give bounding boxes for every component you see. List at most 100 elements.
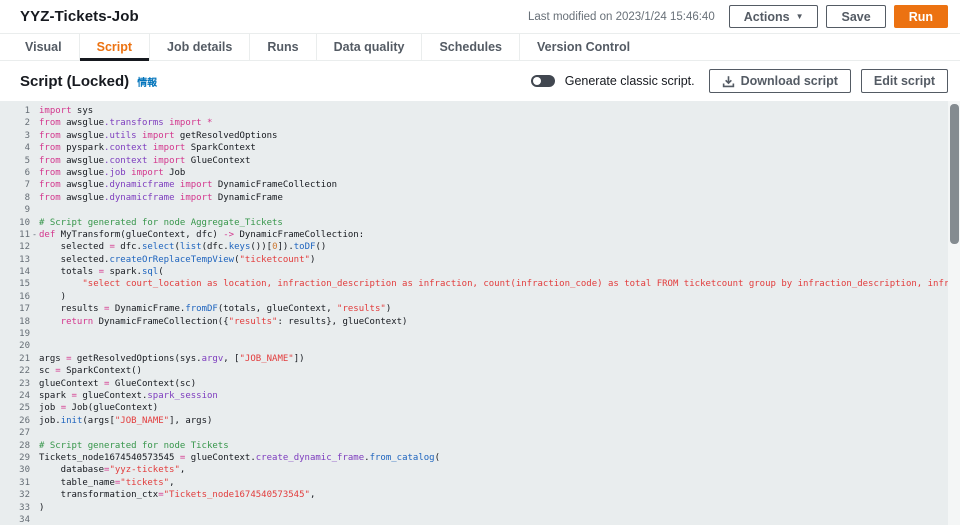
fold-spacer xyxy=(30,291,39,303)
tab-data-quality[interactable]: Data quality xyxy=(316,34,422,60)
fold-spacer xyxy=(30,489,39,501)
fold-spacer xyxy=(30,427,39,439)
code-line: 12 selected = dfc.select(list(dfc.keys()… xyxy=(0,241,960,253)
fold-spacer xyxy=(30,316,39,328)
code-text: from awsglue.utils import getResolvedOpt… xyxy=(39,130,277,142)
line-number: 26 xyxy=(0,415,30,427)
save-button-label: Save xyxy=(841,10,870,24)
line-number: 13 xyxy=(0,254,30,266)
line-number: 1 xyxy=(0,105,30,117)
code-line: 4from pyspark.context import SparkContex… xyxy=(0,142,960,154)
line-number: 11 xyxy=(0,229,30,241)
line-number: 29 xyxy=(0,452,30,464)
fold-spacer xyxy=(30,390,39,402)
fold-spacer xyxy=(30,117,39,129)
code-line: 30 database="yyz-tickets", xyxy=(0,464,960,476)
edit-script-button[interactable]: Edit script xyxy=(861,69,948,93)
line-number: 25 xyxy=(0,402,30,414)
code-line: 3from awsglue.utils import getResolvedOp… xyxy=(0,130,960,142)
fold-spacer xyxy=(30,452,39,464)
fold-spacer xyxy=(30,402,39,414)
code-text: return DynamicFrameCollection({"results"… xyxy=(39,316,407,328)
tab-version-control[interactable]: Version Control xyxy=(519,34,647,60)
fold-spacer xyxy=(30,502,39,514)
fold-spacer xyxy=(30,340,39,352)
line-number: 8 xyxy=(0,192,30,204)
line-number: 34 xyxy=(0,514,30,525)
line-number: 6 xyxy=(0,167,30,179)
code-line: 21args = getResolvedOptions(sys.argv, ["… xyxy=(0,353,960,365)
code-line: 23 glueContext = GlueContext(sc) xyxy=(0,378,960,390)
code-line: 17 results = DynamicFrame.fromDF(totals,… xyxy=(0,303,960,315)
line-number: 23 xyxy=(0,378,30,390)
code-line: 7 from awsglue.dynamicframe import Dynami… xyxy=(0,179,960,191)
line-number: 5 xyxy=(0,155,30,167)
tab-job-details[interactable]: Job details xyxy=(149,34,249,60)
line-number: 10 xyxy=(0,217,30,229)
fold-spacer xyxy=(30,328,39,340)
fold-marker-icon[interactable]: - xyxy=(30,229,39,241)
last-modified-text: Last modified on 2023/1/24 15:46:40 xyxy=(528,11,715,23)
fold-spacer xyxy=(30,440,39,452)
fold-spacer xyxy=(30,217,39,229)
download-script-button[interactable]: Download script xyxy=(709,69,851,93)
code-text: def MyTransform(glueContext, dfc) -> Dyn… xyxy=(39,229,364,241)
code-text: ) xyxy=(39,291,66,303)
tab-script[interactable]: Script xyxy=(79,34,149,60)
edit-script-label: Edit script xyxy=(874,74,935,88)
line-number: 4 xyxy=(0,142,30,154)
code-line: 16 ) xyxy=(0,291,960,303)
run-button[interactable]: Run xyxy=(894,5,948,28)
line-number: 12 xyxy=(0,241,30,253)
code-line: 14 totals = spark.sql( xyxy=(0,266,960,278)
fold-spacer xyxy=(30,477,39,489)
tab-bar: VisualScriptJob detailsRunsData qualityS… xyxy=(0,33,960,61)
line-number: 22 xyxy=(0,365,30,377)
fold-spacer xyxy=(30,464,39,476)
code-text: results = DynamicFrame.fromDF(totals, gl… xyxy=(39,303,391,315)
script-panel-header: Script (Locked) 情報 Generate classic scri… xyxy=(0,61,960,101)
fold-spacer xyxy=(30,415,39,427)
code-line: 19 xyxy=(0,328,960,340)
tab-visual[interactable]: Visual xyxy=(8,34,79,60)
save-button[interactable]: Save xyxy=(826,5,885,28)
fold-spacer xyxy=(30,192,39,204)
code-text: glueContext = GlueContext(sc) xyxy=(39,378,196,390)
code-text: table_name="tickets", xyxy=(39,477,174,489)
code-line: 15 "select court_location as location, i… xyxy=(0,278,960,290)
code-line: 28# Script generated for node Tickets xyxy=(0,440,960,452)
code-line: 1import sys xyxy=(0,105,960,117)
tab-schedules[interactable]: Schedules xyxy=(421,34,519,60)
code-text: from awsglue.dynamicframe import Dynamic… xyxy=(39,179,337,191)
info-link[interactable]: 情報 xyxy=(137,74,157,89)
code-text: transformation_ctx="Tickets_node16745405… xyxy=(39,489,315,501)
fold-spacer xyxy=(30,142,39,154)
line-number: 28 xyxy=(0,440,30,452)
code-editor[interactable]: 1import sys2from awsglue.transforms impo… xyxy=(0,101,960,525)
fold-spacer xyxy=(30,303,39,315)
line-number: 16 xyxy=(0,291,30,303)
fold-spacer xyxy=(30,266,39,278)
line-number: 17 xyxy=(0,303,30,315)
code-line: 11-def MyTransform(glueContext, dfc) -> … xyxy=(0,229,960,241)
line-number: 7 xyxy=(0,179,30,191)
code-area: 1import sys2from awsglue.transforms impo… xyxy=(0,105,960,525)
fold-spacer xyxy=(30,204,39,216)
code-text: from awsglue.transforms import * xyxy=(39,117,212,129)
code-text: selected.createOrReplaceTempView("ticket… xyxy=(39,254,315,266)
line-number: 20 xyxy=(0,340,30,352)
editor-scrollbar[interactable] xyxy=(950,104,959,244)
code-line: 27 xyxy=(0,427,960,439)
generate-classic-script-toggle[interactable] xyxy=(531,75,555,87)
code-line: 9 xyxy=(0,204,960,216)
actions-button[interactable]: Actions ▼ xyxy=(729,5,819,28)
tab-runs[interactable]: Runs xyxy=(249,34,315,60)
line-number: 33 xyxy=(0,502,30,514)
code-line: 22sc = SparkContext() xyxy=(0,365,960,377)
actions-button-label: Actions xyxy=(744,10,790,24)
line-number: 31 xyxy=(0,477,30,489)
script-panel-title: Script (Locked) xyxy=(20,73,129,90)
code-text: job = Job(glueContext) xyxy=(39,402,158,414)
fold-spacer xyxy=(30,130,39,142)
code-text: # Script generated for node Aggregate_Ti… xyxy=(39,217,283,229)
